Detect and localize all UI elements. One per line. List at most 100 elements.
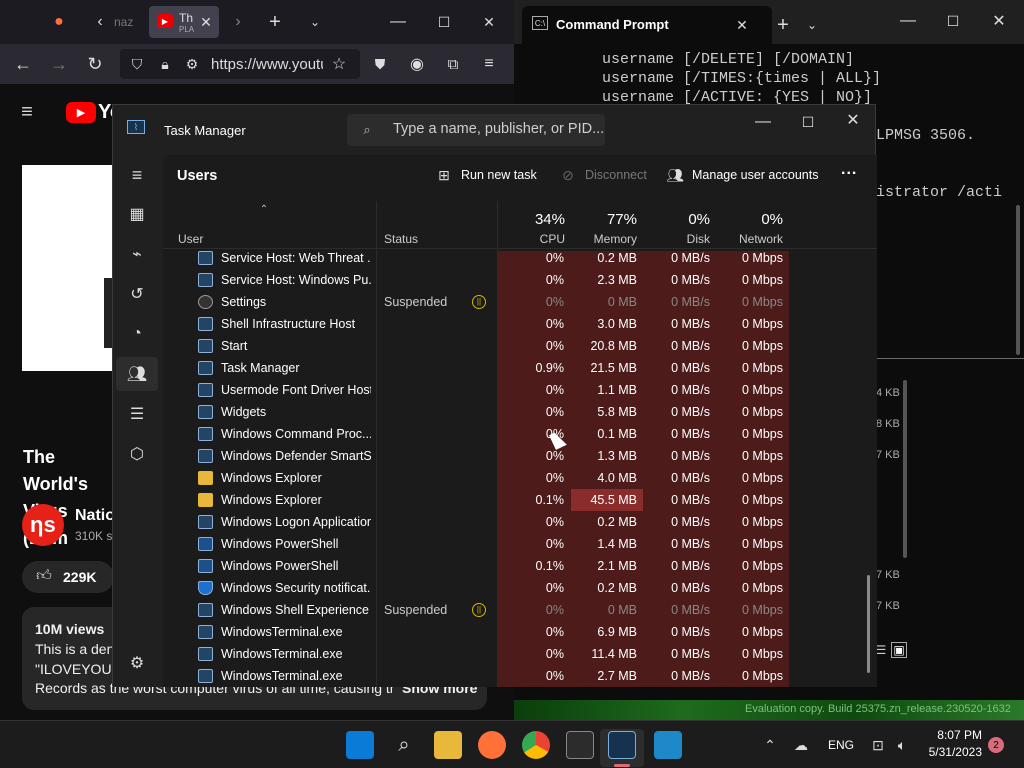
table-row[interactable]: WindowsTerminal.exe 0% 6.9 MB 0 MB/s 0 Mbps	[163, 621, 877, 643]
table-row[interactable]: Start 0% 20.8 MB 0 MB/s 0 Mbps	[163, 335, 877, 357]
table-row[interactable]: Windows PowerShell 0.1% 2.1 MB 0 MB/s 0 Mbps	[163, 555, 877, 577]
shield-icon[interactable]: ⛉	[127, 54, 147, 74]
list-scrollbar[interactable]	[867, 575, 870, 673]
display-icon[interactable]: ⊡	[868, 735, 888, 755]
permissions-icon[interactable]: ⚙	[182, 54, 202, 74]
network-offline-icon[interactable]: ☁	[790, 735, 812, 755]
forward-icon[interactable]: →	[48, 53, 70, 75]
table-row[interactable]: Task Manager 0.9% 21.5 MB 0 MB/s 0 Mbps	[163, 357, 877, 379]
explorer-scrollbar[interactable]	[903, 380, 907, 558]
notification-badge[interactable]: 2	[988, 737, 1004, 753]
tab-scroll-left-icon[interactable]: ‹	[90, 11, 110, 33]
table-row[interactable]: Windows PowerShell 0% 1.4 MB 0 MB/s 0 Mbps	[163, 533, 877, 555]
table-row[interactable]: Windows Defender SmartS... 0% 1.3 MB 0 MB/s…	[163, 445, 877, 467]
reload-icon[interactable]: ↻	[84, 53, 106, 75]
firefox-taskbar-icon[interactable]	[478, 731, 506, 759]
terminal-tab-close-icon[interactable]: ✕	[732, 15, 752, 35]
extensions-icon[interactable]: ⧉	[443, 54, 463, 74]
table-row[interactable]: WindowsTerminal.exe 0% 11.4 MB 0 MB/s 0 Mbps	[163, 643, 877, 665]
details-icon[interactable]: ☰	[125, 402, 149, 426]
table-row[interactable]: Usermode Font Driver Host 0% 1.1 MB 0 MB/s 0…	[163, 379, 877, 401]
table-row[interactable]: Windows Security notificat... 0% 0.2 MB 0 M…	[163, 577, 877, 599]
tray-overflow-icon[interactable]: ⌃	[760, 735, 780, 755]
table-row[interactable]: Windows Explorer 0.1% 45.5 MB 0 MB/s 0 Mbps	[163, 489, 877, 511]
terminal-close-icon[interactable]: ✕	[988, 10, 1010, 32]
table-row[interactable]: Shell Infrastructure Host 0% 3.0 MB 0 MB/s 0…	[163, 313, 877, 335]
processes-icon[interactable]: ▦	[125, 202, 149, 226]
table-row[interactable]: Settings Suspended || 0% 0 MB 0 MB/s 0 Mbps	[163, 291, 877, 313]
terminal-new-tab-icon[interactable]: +	[772, 14, 794, 36]
cpu-total[interactable]: 34%	[498, 211, 565, 228]
tm-maximize-icon[interactable]: ☐	[797, 111, 819, 133]
col-memory[interactable]: Memory	[571, 232, 637, 246]
file-explorer-icon[interactable]	[434, 731, 462, 759]
clock-date[interactable]: 5/31/2023	[916, 745, 982, 759]
col-cpu[interactable]: CPU	[498, 232, 565, 246]
more-options-button[interactable]: ...	[841, 161, 857, 179]
back-icon[interactable]: ←	[12, 53, 34, 75]
language-indicator[interactable]: ENG	[828, 738, 854, 752]
col-status[interactable]: Status	[384, 232, 418, 246]
start-windows-icon[interactable]	[346, 731, 374, 759]
sort-ascending-icon[interactable]: ⌃	[256, 203, 272, 215]
task-manager-taskbar-icon[interactable]	[608, 731, 636, 759]
lock-icon[interactable]: 🔒︎	[155, 54, 175, 74]
tab-scroll-right-icon[interactable]: ›	[228, 11, 248, 33]
services-icon[interactable]: ⬡	[125, 442, 149, 466]
table-row[interactable]: WindowsTerminal.exe 0% 2.7 MB 0 MB/s 0 Mbps	[163, 665, 877, 687]
tiles-view-icon[interactable]: ▣	[891, 642, 907, 658]
disk-total[interactable]: 0%	[644, 211, 710, 228]
menu-icon[interactable]: ≡	[479, 54, 499, 74]
video-player[interactable]	[22, 165, 114, 371]
table-row[interactable]: Windows Explorer 0% 4.0 MB 0 MB/s 0 Mbps	[163, 467, 877, 489]
channel-name[interactable]: Natio	[75, 507, 115, 525]
bookmark-star-icon[interactable]: ☆	[329, 54, 349, 74]
terminal-dropdown-icon[interactable]: ⌄	[802, 14, 822, 36]
table-row[interactable]: Windows Shell Experience ... Suspended || 0…	[163, 599, 877, 621]
taskbar-search-icon[interactable]: ⌕	[390, 731, 418, 759]
table-row[interactable]: Service Host: Web Threat ... 0% 0.2 MB 0 MB…	[163, 247, 877, 269]
table-row[interactable]: Windows Command Proc... 0% 0.1 MB 0 MB/s 0 M…	[163, 423, 877, 445]
browser-close-icon[interactable]: ✕	[478, 11, 500, 33]
tab-list-icon[interactable]: ⌄	[304, 11, 326, 33]
users-icon[interactable]: 👥︎	[125, 362, 149, 386]
pocket-icon[interactable]: ⛊	[370, 54, 390, 74]
tab-title-1[interactable]: naz	[114, 15, 133, 29]
col-network[interactable]: Network	[717, 232, 783, 246]
browser-minimize-icon[interactable]: —	[387, 11, 409, 33]
table-row[interactable]: Windows Logon Application 0% 0.2 MB 0 MB/s 0…	[163, 511, 877, 533]
new-tab-icon[interactable]: +	[264, 11, 286, 33]
chrome-icon[interactable]	[522, 731, 550, 759]
terminal-minimize-icon[interactable]: —	[897, 10, 919, 32]
tm-minimize-icon[interactable]: —	[752, 111, 774, 133]
nav-hamburger-icon[interactable]: ≡	[125, 163, 149, 187]
app-history-icon[interactable]: ↺	[125, 282, 149, 306]
startup-apps-icon[interactable]: ◔	[125, 322, 149, 346]
manage-user-accounts-button[interactable]: Manage user accounts	[692, 168, 818, 182]
col-disk[interactable]: Disk	[644, 232, 710, 246]
run-new-task-button[interactable]: Run new task	[461, 168, 537, 182]
search-input[interactable]: Type a name, publisher, or PID...	[393, 121, 604, 137]
url-text[interactable]: https://www.youtu	[211, 56, 323, 73]
terminal-taskbar-icon[interactable]	[566, 731, 594, 759]
tm-close-icon[interactable]: ✕	[842, 109, 864, 131]
browser-maximize-icon[interactable]: ☐	[433, 11, 455, 33]
tab-close-icon[interactable]: ✕	[196, 11, 216, 33]
volume-icon[interactable]: 🔈︎	[892, 735, 912, 755]
disconnect-button[interactable]: Disconnect	[585, 168, 647, 182]
memory-total[interactable]: 77%	[571, 211, 637, 228]
yt-hamburger-icon[interactable]: ≡	[16, 100, 38, 124]
account-icon[interactable]: ◉	[407, 54, 427, 74]
remote-desktop-icon[interactable]	[654, 731, 682, 759]
terminal-scrollbar[interactable]	[1016, 205, 1020, 355]
network-total[interactable]: 0%	[717, 211, 783, 228]
firefox-icon[interactable]: ●	[48, 11, 70, 33]
table-row[interactable]: Service Host: Windows Pu... 0% 2.3 MB 0 MB/…	[163, 269, 877, 291]
clock-time[interactable]: 8:07 PM	[920, 728, 982, 742]
youtube-logo-icon[interactable]: ▶	[66, 102, 96, 123]
terminal-maximize-icon[interactable]: ☐	[942, 10, 964, 32]
col-user[interactable]: User	[178, 232, 203, 246]
table-row[interactable]: Widgets 0% 5.8 MB 0 MB/s 0 Mbps	[163, 401, 877, 423]
performance-icon[interactable]: ⌁	[125, 242, 149, 266]
settings-gear-icon[interactable]: ⚙	[125, 651, 149, 675]
